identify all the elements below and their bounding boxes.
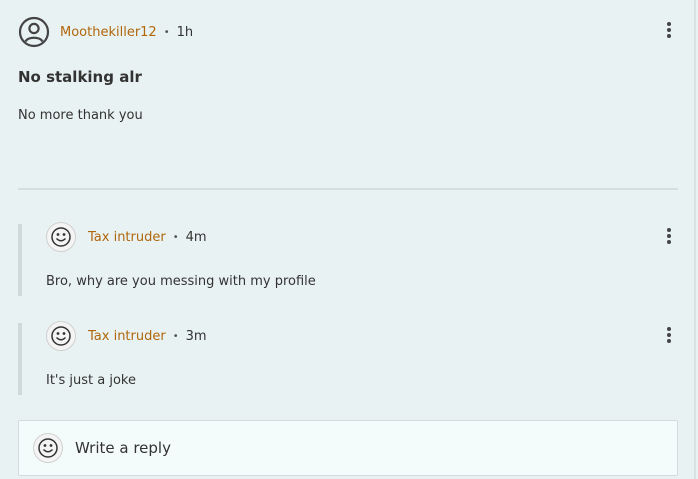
smiley-face-icon[interactable] [46,321,76,351]
comment: Tax intruder • 4m Bro, why are you messi… [18,222,678,296]
post-timestamp: 1h [176,24,194,40]
user-circle-icon[interactable] [18,16,50,48]
post-header: Moothekiller12 • 1h [18,16,193,48]
post-title: No stalking alr [18,68,142,86]
separator-dot: • [172,231,179,243]
comment-author-link[interactable]: Tax intruder [88,329,166,344]
comment-menu-icon[interactable] [662,227,676,245]
comment-timestamp: 4m [185,229,207,245]
comment: Tax intruder • 3m It's just a joke [18,321,678,395]
comment-text: It's just a joke [46,373,136,388]
reply-box[interactable] [18,420,678,476]
separator-dot: • [163,26,170,38]
post-divider [18,188,678,190]
comment-text: Bro, why are you messing with my profile [46,274,316,289]
thread-line [18,224,22,296]
separator-dot: • [172,330,179,342]
smiley-face-icon [33,433,63,463]
post-menu-icon[interactable] [662,21,676,39]
smiley-face-icon[interactable] [46,222,76,252]
comment-author-link[interactable]: Tax intruder [88,230,166,245]
post-author-link[interactable]: Moothekiller12 [60,25,157,40]
comment-header: Tax intruder • 3m [46,321,207,351]
post-body: No more thank you [18,108,143,123]
comment-header: Tax intruder • 4m [46,222,207,252]
scrollbar-track [694,0,696,479]
comment-menu-icon[interactable] [662,326,676,344]
reply-input[interactable] [75,439,635,457]
comment-timestamp: 3m [185,328,207,344]
thread-line [18,323,22,395]
